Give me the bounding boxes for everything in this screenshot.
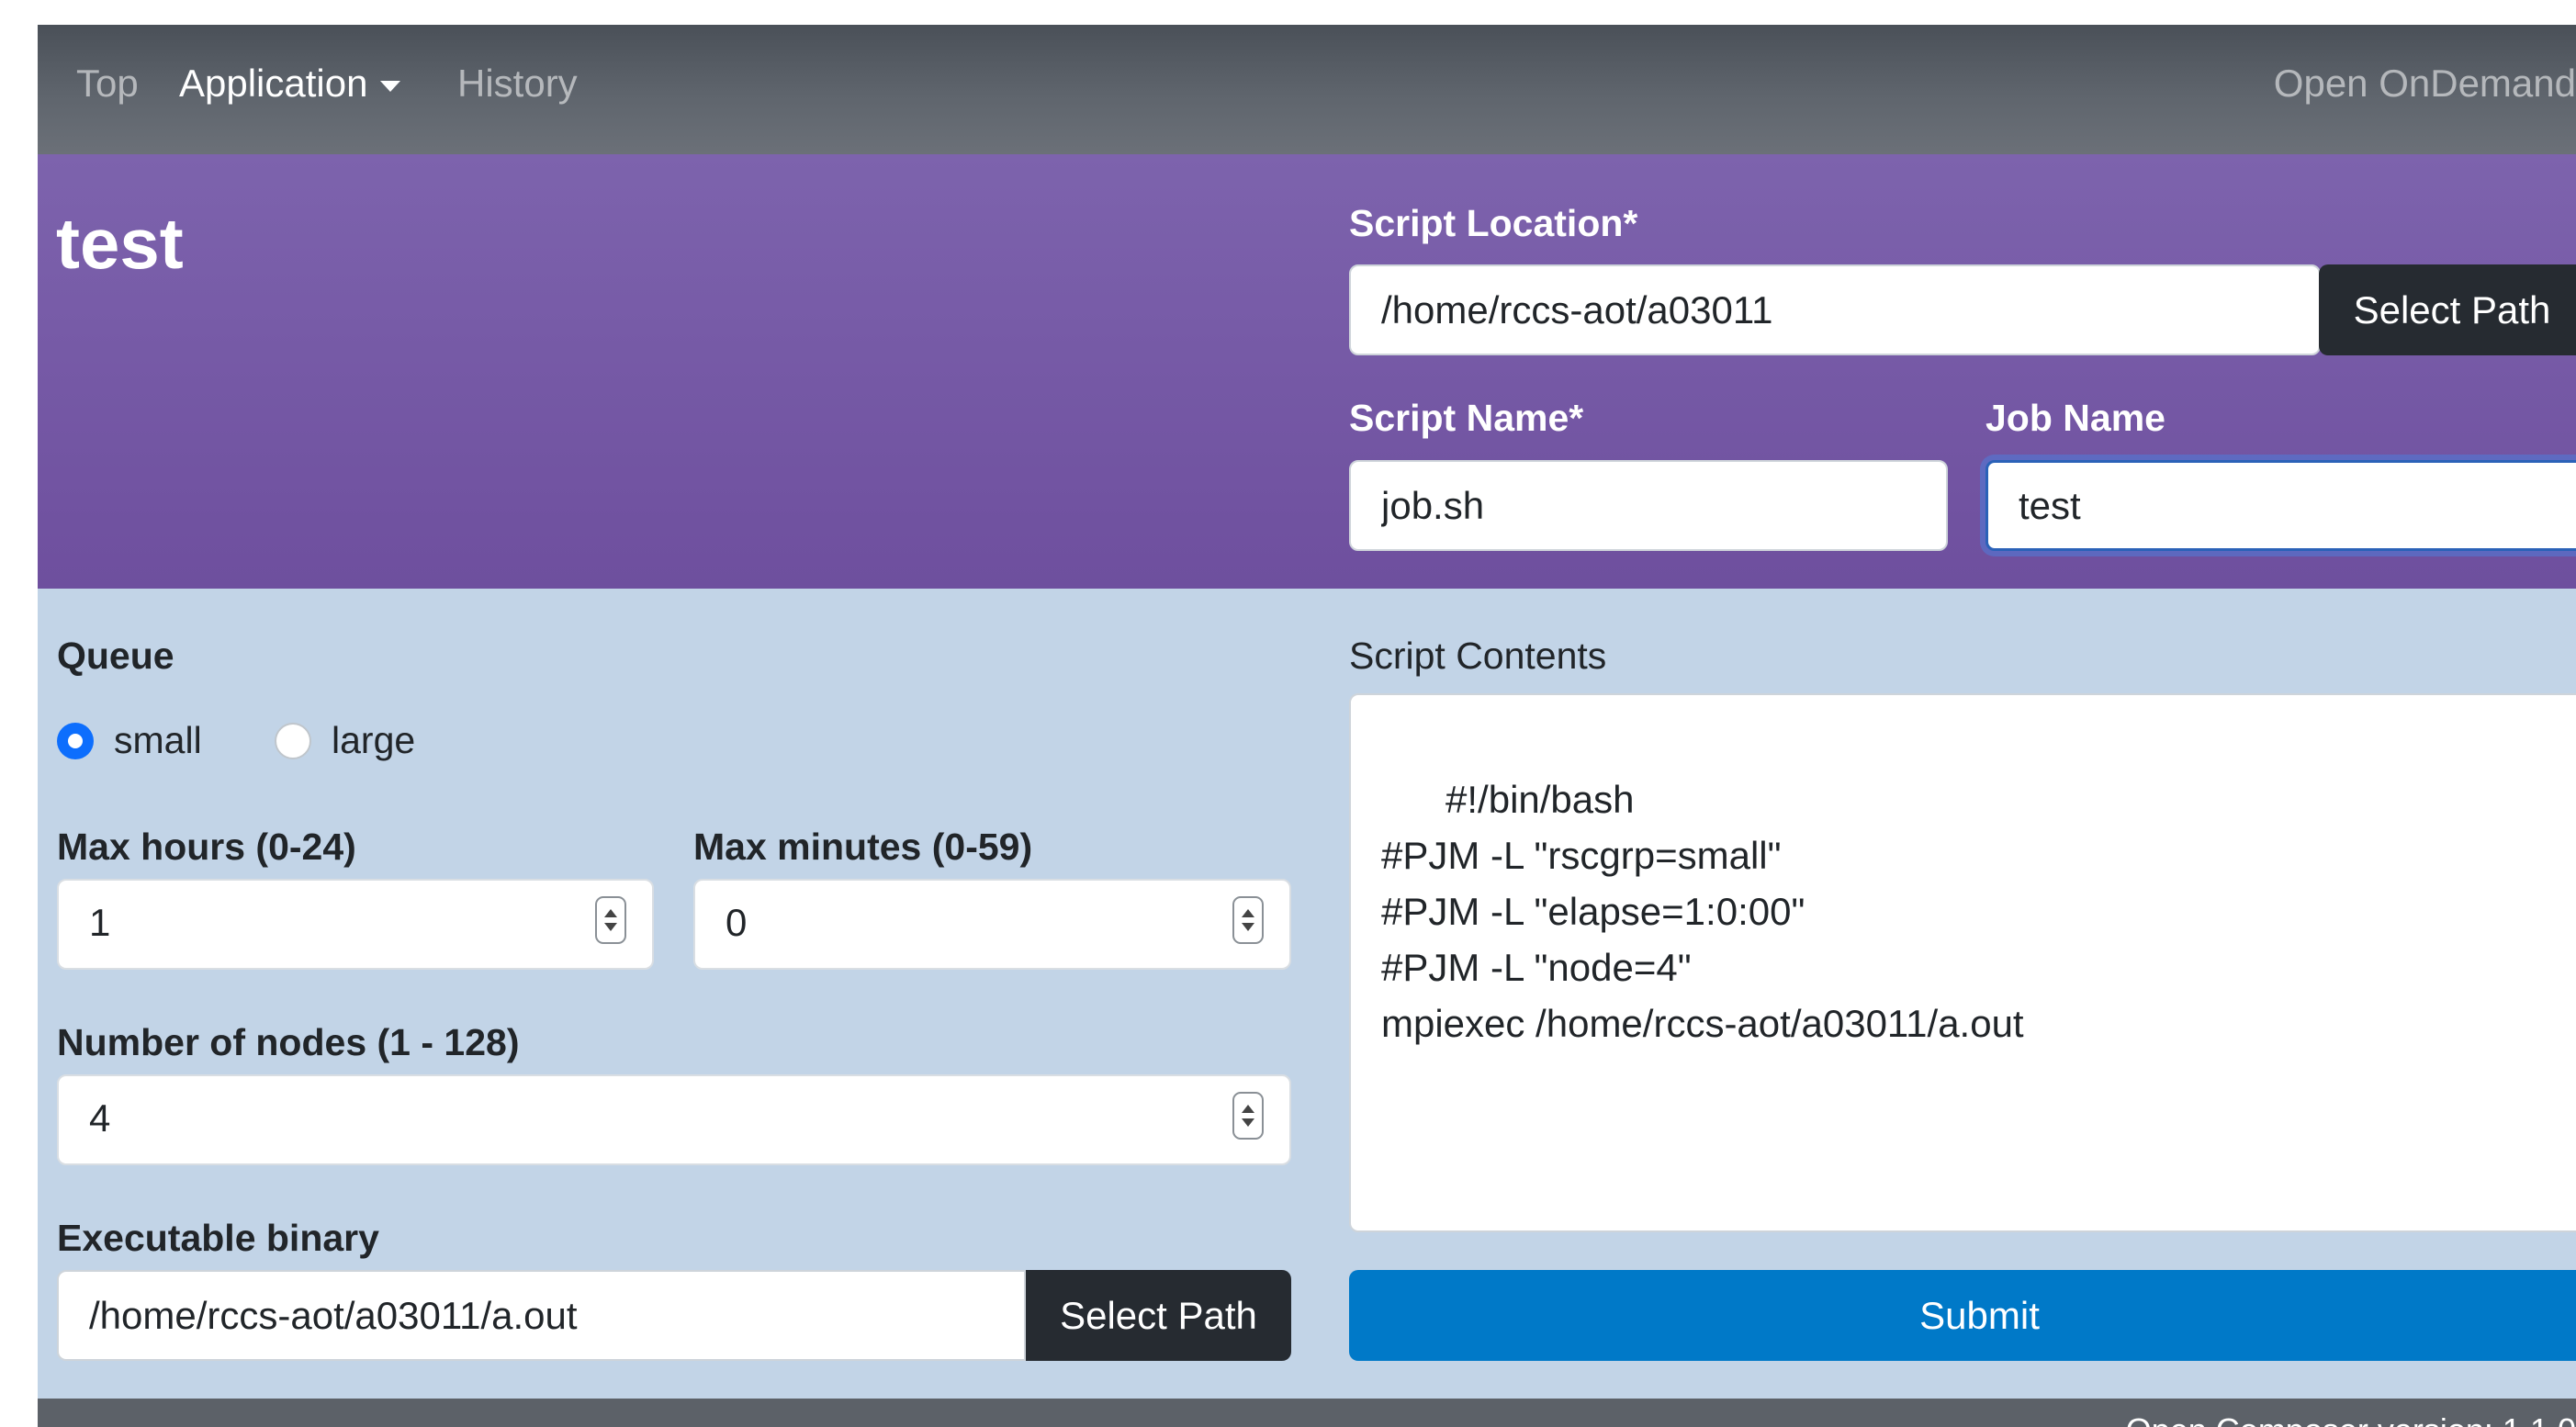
queue-option-large-label: large — [332, 719, 416, 761]
queue-label: Queue — [57, 635, 174, 677]
nav-history-link[interactable]: History — [457, 62, 578, 106]
nodes-label: Number of nodes (1 - 128) — [57, 1021, 520, 1063]
brand-link[interactable]: Open OnDemand — [2274, 62, 2576, 106]
script-contents-textarea[interactable]: #!/bin/bash #PJM -L "rscgrp=small" #PJM … — [1349, 693, 2576, 1232]
top-navbar: Top Application History Open OnDemand — [38, 25, 2576, 154]
executable-select-path-button[interactable]: Select Path — [1026, 1270, 1291, 1361]
nodes-input[interactable]: 4 — [57, 1074, 1291, 1165]
executable-label: Executable binary — [57, 1217, 379, 1259]
max-hours-value: 1 — [89, 901, 111, 944]
job-name-label: Job Name — [1985, 397, 2165, 439]
script-location-input[interactable] — [1349, 264, 2321, 355]
max-minutes-value: 0 — [726, 901, 748, 944]
nav-application-label: Application — [179, 62, 368, 105]
app-header: test Script Location* Select Path Script… — [38, 154, 2576, 589]
max-hours-label: Max hours (0-24) — [57, 826, 356, 868]
queue-radio-small[interactable]: small — [57, 719, 202, 762]
max-minutes-spinner-icon[interactable] — [1232, 896, 1264, 944]
max-hours-input[interactable]: 1 — [57, 879, 654, 970]
queue-radio-large[interactable]: large — [275, 719, 415, 762]
caret-down-icon — [380, 80, 401, 92]
job-name-input[interactable] — [1985, 460, 2576, 551]
app-page: Top Application History Open OnDemand te… — [38, 25, 2576, 1427]
queue-option-small-label: small — [114, 719, 202, 761]
radio-unchecked-icon — [275, 722, 311, 759]
script-contents-text: #!/bin/bash #PJM -L "rscgrp=small" #PJM … — [1381, 778, 2024, 1045]
script-name-input[interactable] — [1349, 460, 1948, 551]
max-hours-spinner-icon[interactable] — [595, 896, 626, 944]
script-name-label: Script Name* — [1349, 397, 1584, 439]
nav-top-link[interactable]: Top — [76, 62, 139, 106]
nodes-value: 4 — [89, 1096, 111, 1140]
script-contents-label: Script Contents — [1349, 635, 1607, 677]
nav-application-dropdown[interactable]: Application — [179, 62, 401, 106]
max-minutes-label: Max minutes (0-59) — [693, 826, 1033, 868]
job-form: Queue small large Max hours (0-24) 1 Max… — [38, 589, 2576, 1399]
script-location-select-path-button[interactable]: Select Path — [2319, 264, 2576, 355]
script-location-label: Script Location* — [1349, 202, 1638, 244]
submit-button[interactable]: Submit — [1349, 1270, 2576, 1361]
radio-checked-icon — [57, 722, 94, 759]
nodes-spinner-icon[interactable] — [1232, 1092, 1264, 1140]
version-text: Open Composer version: 1.1.0 — [2126, 1411, 2576, 1427]
footer: Open Composer version: 1.1.0 — [38, 1399, 2576, 1427]
executable-input[interactable] — [57, 1270, 1026, 1361]
page-title: test — [56, 203, 184, 284]
max-minutes-input[interactable]: 0 — [693, 879, 1291, 970]
